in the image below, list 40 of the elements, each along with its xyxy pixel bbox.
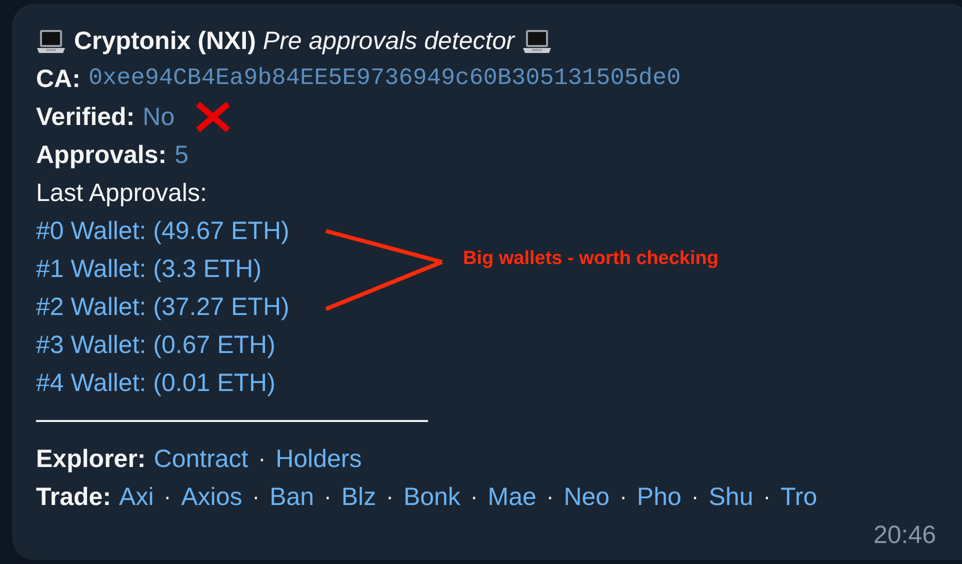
wallet-link[interactable]: #0 Wallet: (49.67 ETH) (36, 212, 290, 250)
section-label: Last Approvals: (36, 178, 207, 209)
field-label: Approvals: (36, 140, 167, 171)
annotation-text: Big wallets - worth checking (463, 248, 718, 270)
separator-dot: · (470, 483, 478, 511)
message-title: Cryptonix (NXI) Pre approvals detector (74, 26, 514, 57)
row-label: Explorer: (36, 444, 146, 475)
separator-dot: · (324, 483, 332, 511)
link[interactable]: Pho (636, 478, 682, 516)
field-value: No (142, 102, 175, 133)
separator-dot: · (252, 483, 260, 511)
row-label: Trade: (36, 482, 112, 513)
field-label: Verified: (36, 102, 135, 133)
field-value: 0xee94CB4Ea9b84EE5E9736949c60B305131505de0 (88, 64, 681, 94)
separator-dot: · (546, 483, 554, 511)
link[interactable]: Shu (708, 478, 754, 516)
message-time: 20:46 (872, 520, 937, 551)
wallet-link[interactable]: #1 Wallet: (3.3 ETH) (36, 250, 262, 288)
link[interactable]: Bonk (403, 478, 460, 516)
link[interactable]: Holders (276, 440, 362, 478)
separator-dot: · (620, 483, 627, 511)
cross-icon (194, 102, 231, 132)
link[interactable]: Mae (488, 478, 536, 516)
separator-dot: · (386, 483, 394, 511)
wallet-link[interactable]: #3 Wallet: (0.67 ETH) (36, 326, 276, 364)
link[interactable]: Blz (341, 478, 376, 516)
link[interactable]: Axios (181, 478, 242, 516)
wallet-link[interactable]: #4 Wallet: (0.01 ETH) (36, 364, 276, 402)
field-label: CA: (36, 64, 80, 95)
wallet-link[interactable]: #2 Wallet: (37.27 ETH) (36, 288, 290, 326)
link[interactable]: Contract (154, 440, 248, 478)
separator-dot: · (258, 445, 266, 473)
separator-dot: · (691, 483, 699, 511)
link[interactable]: Neo (564, 478, 610, 516)
field-value: 5 (174, 140, 188, 171)
link[interactable]: Axi (119, 478, 154, 516)
link[interactable]: Ban (270, 478, 314, 516)
separator-dot: · (763, 483, 771, 511)
separator-dot: · (164, 483, 172, 511)
link[interactable]: Tro (780, 478, 818, 516)
